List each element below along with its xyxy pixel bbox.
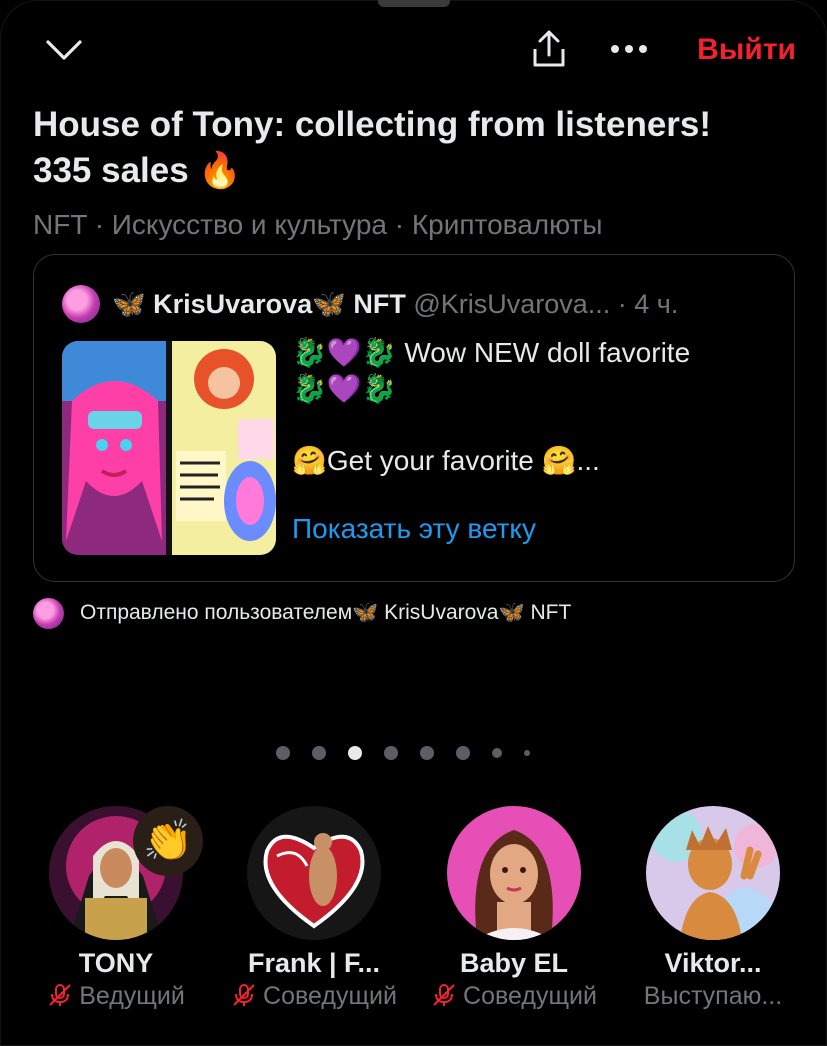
space-topics[interactable]: NFT · Искусство и культура · Криптовалют… [33, 206, 803, 244]
pager-dot[interactable] [492, 748, 502, 758]
speaker-name: Frank | F... [247, 948, 381, 978]
mic-off-icon [233, 984, 255, 1006]
posted-by-avatar[interactable] [33, 597, 64, 629]
avatar [247, 806, 381, 940]
space-sheet: Выйти House of Tony: collecting from lis… [0, 0, 827, 1046]
butterfly-icon: 🦋 [498, 601, 525, 624]
mic-off-icon [433, 984, 455, 1006]
leave-button[interactable]: Выйти [664, 32, 796, 68]
posted-by-prefix: Отправлено пользователем [80, 601, 353, 624]
tweet-text-blank [292, 407, 782, 443]
share-button[interactable] [522, 24, 576, 74]
space-title: House of Tony: collecting from listeners… [33, 102, 803, 194]
speaker-role: Ведущий [16, 982, 216, 1011]
collapse-button[interactable] [40, 30, 88, 70]
speaker-name: Viktor... [664, 948, 762, 978]
speaker-viktor[interactable]: Viktor... Выступаю... [613, 806, 813, 1016]
tweet-text-line2: 🐉💜🐉 [292, 373, 397, 404]
avatar [646, 806, 780, 940]
speakers-row: 👏 TONY Ведущий Frank | F... Соведущий Ba… [0, 806, 827, 1026]
space-title-line2: 335 sales 🔥 [33, 151, 243, 190]
tweet-text-line3: 🤗Get your favorite 🤗... [292, 445, 600, 476]
posted-by-user-prefix: 🦋 KrisUvarova [352, 601, 499, 624]
pager-dot[interactable] [384, 746, 398, 760]
speaker-role-label: Соведущий [263, 982, 397, 1010]
speaker-baby-el[interactable]: Baby EL Соведущий [414, 806, 614, 1016]
share-icon [533, 30, 565, 67]
tweet-text: 🐉💜🐉 Wow NEW doll favorite 🐉💜🐉 🤗Get your … [292, 335, 782, 479]
pinned-tweet-card[interactable]: 🦋 KrisUvarova🦋 NFT @KrisUvarova... · 4 ч… [33, 254, 795, 582]
clapping-hands-emoji: 👏 [133, 806, 203, 876]
tweet-header: 🦋 KrisUvarova🦋 NFT @KrisUvarova... · 4 ч… [112, 285, 782, 323]
tweet-time: · 4 ч. [610, 289, 679, 319]
tweet-author-name[interactable]: 🦋 KrisUvarova🦋 NFT [112, 289, 413, 319]
pager-dot[interactable] [312, 746, 326, 760]
chevron-down-icon [46, 40, 82, 60]
tweet-media-image[interactable] [62, 341, 276, 555]
tweet-author-avatar[interactable] [62, 285, 100, 323]
speaker-role: Соведущий [414, 982, 614, 1011]
speaker-role: Соведущий [214, 982, 414, 1011]
mic-off-icon [49, 984, 71, 1006]
avatar [447, 806, 581, 940]
speaker-role-label: Ведущий [79, 982, 185, 1010]
speaker-role-label: Выступаю... [643, 982, 783, 1010]
butterfly-icon: 🦋 [312, 289, 346, 319]
speaker-tony[interactable]: 👏 TONY Ведущий [16, 806, 216, 1016]
show-thread-link[interactable]: Показать эту ветку [292, 511, 536, 547]
speaker-role-label: Соведущий [463, 982, 597, 1010]
posted-by-row: Отправлено пользователем 🦋 KrisUvarova🦋 … [33, 596, 803, 630]
speaker-role: Выступаю... [613, 982, 813, 1011]
more-options-button[interactable] [604, 32, 654, 66]
pager-dot[interactable] [420, 746, 434, 760]
pager-dot[interactable] [276, 746, 290, 760]
posted-by-user[interactable]: 🦋 KrisUvarova🦋 NFT [352, 601, 571, 625]
pager-dot[interactable] [456, 746, 470, 760]
speaker-name: Baby EL [459, 948, 569, 978]
tweet-text-line1: 🐉💜🐉 Wow NEW doll favorite [292, 337, 691, 368]
posted-by-user-suffix: NFT [524, 601, 572, 624]
more-horizontal-icon [611, 45, 647, 53]
tweet-media-artwork [62, 341, 276, 555]
space-title-line1: House of Tony: collecting from listeners… [33, 105, 712, 144]
speaker-name: TONY [78, 948, 154, 978]
pager-dot[interactable] [524, 750, 530, 756]
tweet-author-handle[interactable]: @KrisUvarova... [413, 289, 610, 319]
tweet-author-name-suffix: NFT [345, 289, 414, 319]
sheet-grabber[interactable] [378, 0, 450, 7]
pager-dot-active[interactable] [348, 746, 362, 760]
tweet-author-name-prefix: 🦋 KrisUvarova [112, 289, 313, 319]
card-pager [276, 742, 552, 764]
speaker-frank[interactable]: Frank | F... Соведущий [214, 806, 414, 1016]
